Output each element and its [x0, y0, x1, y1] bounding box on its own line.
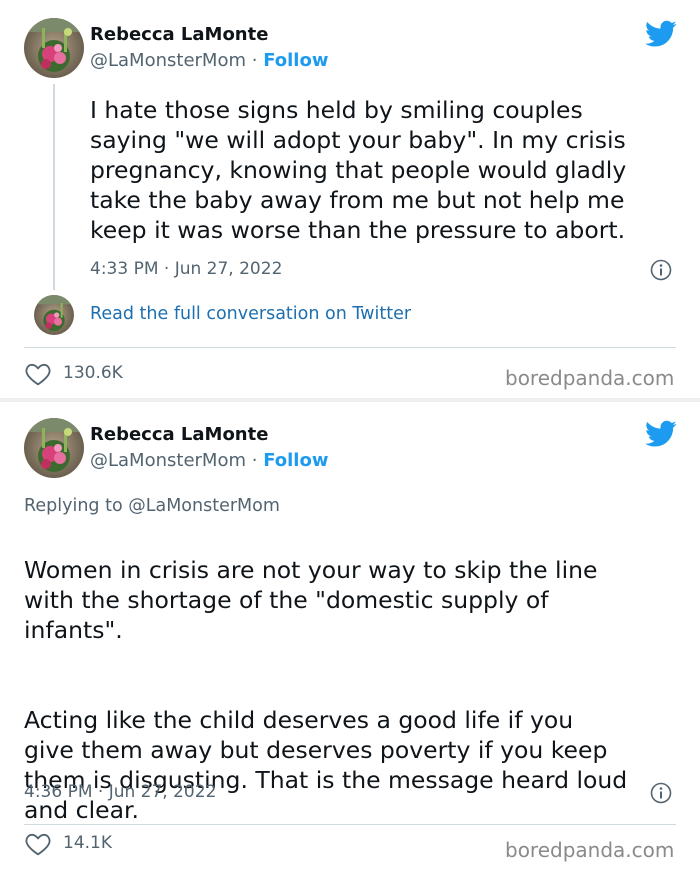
heart-icon[interactable]	[25, 362, 51, 386]
like-count[interactable]: 130.6K	[63, 363, 123, 383]
tweet-paragraph-1: Women in crisis are not your way to skip…	[24, 556, 598, 644]
divider	[24, 824, 676, 825]
tweet-timestamp[interactable]: 4:36 PM · Jun 27, 2022	[24, 782, 216, 802]
tweet-text: Women in crisis are not your way to skip…	[24, 525, 694, 855]
avatar[interactable]	[24, 18, 84, 78]
handle-line: @LaMonsterMom · Follow	[90, 50, 328, 71]
user-handle[interactable]: @LaMonsterMom	[90, 450, 246, 471]
avatar[interactable]	[24, 418, 84, 478]
watermark: boredpanda.com	[505, 366, 675, 390]
thread-line	[53, 84, 55, 290]
handle-line: @LaMonsterMom · Follow	[90, 450, 328, 471]
profile-photo-flowers	[24, 418, 84, 478]
display-name[interactable]: Rebecca LaMonte	[90, 24, 268, 45]
profile-photo-flowers	[34, 295, 74, 335]
like-count[interactable]: 14.1K	[63, 833, 112, 853]
dot-separator: ·	[251, 450, 258, 471]
heart-icon[interactable]	[25, 832, 51, 856]
user-handle[interactable]: @LaMonsterMom	[90, 50, 246, 71]
display-name[interactable]: Rebecca LaMonte	[90, 424, 268, 445]
replying-to-line: Replying to @LaMonsterMom	[24, 496, 280, 516]
info-icon[interactable]	[650, 259, 672, 281]
replying-to-handle-link[interactable]: @LaMonsterMom	[128, 496, 280, 516]
tweet-timestamp[interactable]: 4:33 PM · Jun 27, 2022	[90, 259, 282, 279]
read-full-conversation-link[interactable]: Read the full conversation on Twitter	[90, 304, 411, 324]
twitter-bird-icon[interactable]	[645, 20, 677, 48]
divider	[24, 347, 676, 348]
tweet-card-2: Rebecca LaMonte @LaMonsterMom · Follow R…	[0, 402, 700, 871]
twitter-bird-icon[interactable]	[645, 420, 677, 448]
profile-photo-flowers	[24, 18, 84, 78]
tweet-text: I hate those signs held by smiling coupl…	[90, 96, 627, 244]
info-icon[interactable]	[650, 782, 672, 804]
follow-button[interactable]: Follow	[263, 450, 328, 471]
tweet-paragraph-2: Acting like the child deserves a good li…	[24, 706, 628, 824]
dot-separator: ·	[251, 50, 258, 71]
follow-button[interactable]: Follow	[263, 50, 328, 71]
replying-prefix: Replying to	[24, 496, 129, 516]
tweet-card-1: Rebecca LaMonte @LaMonsterMom · Follow I…	[0, 0, 700, 398]
avatar-small[interactable]	[34, 295, 74, 335]
watermark: boredpanda.com	[505, 838, 675, 862]
